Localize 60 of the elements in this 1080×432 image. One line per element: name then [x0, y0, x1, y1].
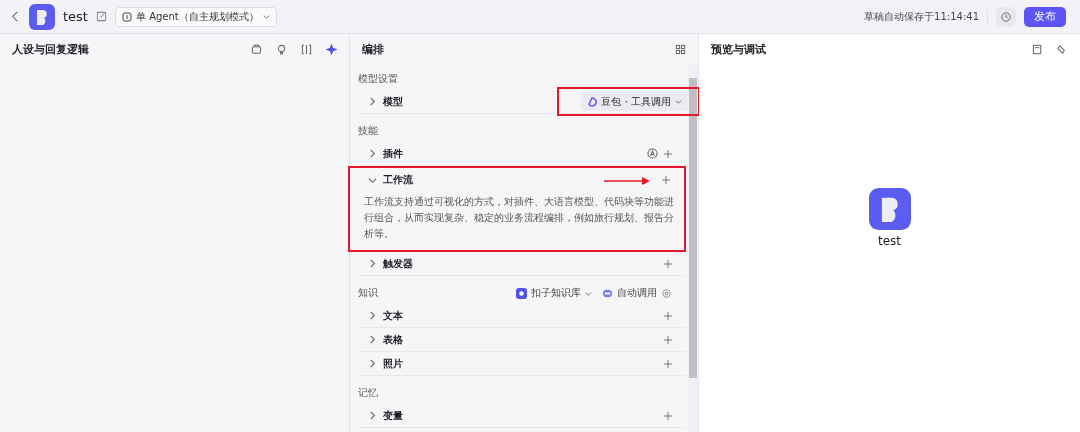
plus-icon[interactable] — [664, 149, 672, 158]
model-select[interactable]: 豆包 · 工具调用 — [581, 92, 688, 111]
model-logo-icon — [587, 96, 598, 107]
edit-icon[interactable] — [95, 11, 107, 22]
section-title: 记忆 — [358, 386, 379, 400]
layout-icon[interactable] — [1032, 43, 1043, 55]
section-row-label: 工作流 — [383, 173, 413, 187]
section-row-label: 表格 — [383, 332, 403, 347]
workflow-description: 工作流支持通过可视化的方式，对插件、大语言模型、代码块等功能进行组合，从而实现复杂、稳定的业务流程编排，例如旅行规划、报告分析等。 — [363, 195, 675, 241]
auto-call-toggle[interactable]: 自动调用 — [602, 286, 672, 300]
caret-icon — [262, 13, 270, 20]
split-view-icon[interactable] — [301, 43, 312, 55]
lightbulb-icon[interactable] — [276, 43, 287, 55]
caret-icon — [675, 98, 682, 105]
plus-icon[interactable] — [664, 411, 672, 420]
chevron-right-icon[interactable] — [368, 411, 377, 420]
section-row-label: 模型 — [383, 94, 403, 109]
bot-avatar-icon — [868, 188, 911, 230]
section-row-label: 变量 — [383, 408, 403, 423]
section-title: 模型设置 — [358, 72, 399, 86]
sparkle-icon[interactable] — [326, 43, 337, 55]
section-title: 技能 — [358, 124, 379, 138]
chevron-right-icon[interactable] — [368, 97, 377, 106]
chevron-right-icon[interactable] — [368, 311, 377, 320]
caret-icon — [585, 289, 592, 297]
back-icon[interactable] — [10, 11, 21, 22]
panel-title: 人设与回复逻辑 — [12, 41, 90, 57]
bot-name: test — [877, 234, 901, 248]
plus-icon[interactable] — [664, 259, 672, 268]
panel-title: 编排 — [362, 41, 385, 57]
chevron-right-icon[interactable] — [368, 259, 377, 268]
auto-icon[interactable] — [647, 148, 658, 159]
bot-name: test — [63, 9, 88, 24]
panel-title: 预览与调试 — [711, 41, 767, 57]
history-icon — [1001, 11, 1011, 22]
grid-icon[interactable] — [675, 43, 686, 55]
chevron-down-icon[interactable] — [368, 175, 377, 185]
settings-icon[interactable] — [661, 287, 672, 299]
publish-button[interactable]: 发布 — [1024, 6, 1066, 27]
mode-select[interactable]: 单 Agent（自主规划模式） — [114, 6, 277, 27]
section-row-label: 文本 — [383, 308, 403, 323]
section-row-label: 照片 — [383, 356, 403, 371]
chevron-right-icon[interactable] — [368, 359, 377, 368]
section-row-label: 插件 — [383, 146, 403, 161]
knowledge-source-select[interactable]: 扣子知识库 — [516, 286, 592, 300]
plus-icon[interactable] — [662, 176, 670, 184]
history-button[interactable] — [996, 6, 1016, 27]
plus-icon[interactable] — [664, 335, 672, 344]
agent-icon — [121, 11, 132, 22]
plus-icon[interactable] — [664, 311, 672, 320]
knowledge-base-icon — [516, 287, 527, 299]
plus-icon[interactable] — [664, 359, 672, 368]
save-status: 草稿自动保存于11:14:41 — [864, 9, 988, 24]
section-title: 知识 — [358, 286, 379, 300]
scrollbar-thumb[interactable] — [689, 78, 697, 378]
template-icon[interactable] — [251, 43, 262, 55]
chevron-right-icon[interactable] — [368, 149, 377, 158]
section-row-label: 触发器 — [383, 256, 413, 271]
chevron-right-icon[interactable] — [368, 335, 377, 344]
bot-avatar-icon — [29, 3, 55, 30]
